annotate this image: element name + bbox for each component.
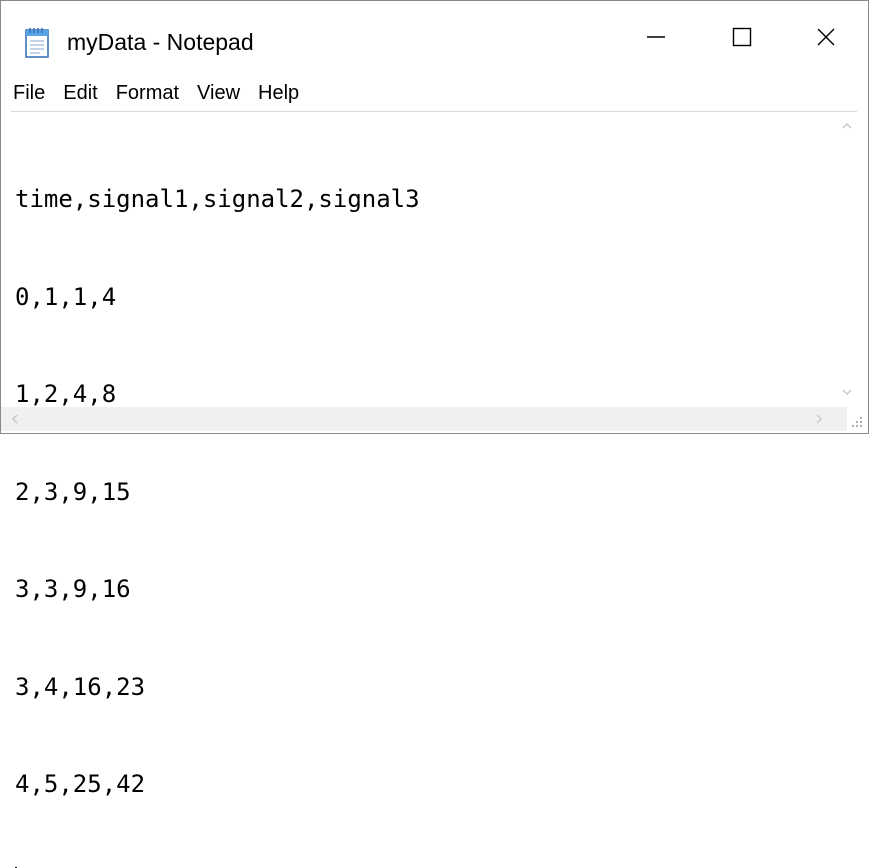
- notepad-window: myData - Notepad F: [0, 0, 869, 434]
- close-icon: [816, 27, 836, 52]
- menu-edit[interactable]: Edit: [54, 78, 106, 108]
- text-caret: [15, 867, 17, 868]
- title-bar[interactable]: myData - Notepad: [1, 1, 868, 81]
- document-text[interactable]: time,signal1,signal2,signal3 0,1,1,4 1,2…: [15, 118, 837, 408]
- menu-format[interactable]: Format: [107, 78, 188, 108]
- text-line: 3,4,16,23: [15, 671, 837, 704]
- minimize-button[interactable]: [615, 11, 697, 67]
- scroll-up-icon[interactable]: [837, 116, 857, 136]
- menu-bar: File Edit Format View Help: [1, 75, 868, 111]
- menu-view[interactable]: View: [188, 78, 249, 108]
- scroll-left-icon[interactable]: [5, 409, 25, 429]
- scroll-down-icon[interactable]: [837, 382, 857, 402]
- scroll-right-icon[interactable]: [809, 409, 829, 429]
- text-line: 1,2,4,8: [15, 378, 837, 411]
- window-title: myData - Notepad: [67, 27, 254, 57]
- text-editor[interactable]: time,signal1,signal2,signal3 0,1,1,4 1,2…: [11, 111, 857, 412]
- text-line: time,signal1,signal2,signal3: [15, 183, 837, 216]
- text-line: 3,3,9,16: [15, 573, 837, 606]
- menu-file[interactable]: File: [1, 78, 54, 108]
- horizontal-scrollbar[interactable]: [1, 407, 847, 431]
- resize-grip-icon[interactable]: [848, 413, 864, 429]
- caret-line: [15, 866, 837, 868]
- vertical-scrollbar[interactable]: [837, 112, 857, 412]
- minimize-icon: [646, 27, 666, 52]
- text-line: 2,3,9,15: [15, 476, 837, 509]
- maximize-icon: [732, 27, 752, 52]
- close-button[interactable]: [785, 11, 867, 67]
- menu-help[interactable]: Help: [249, 78, 308, 108]
- text-line: 4,5,25,42: [15, 768, 837, 801]
- maximize-button[interactable]: [701, 11, 783, 67]
- text-line: 0,1,1,4: [15, 281, 837, 314]
- notepad-icon[interactable]: [23, 25, 53, 59]
